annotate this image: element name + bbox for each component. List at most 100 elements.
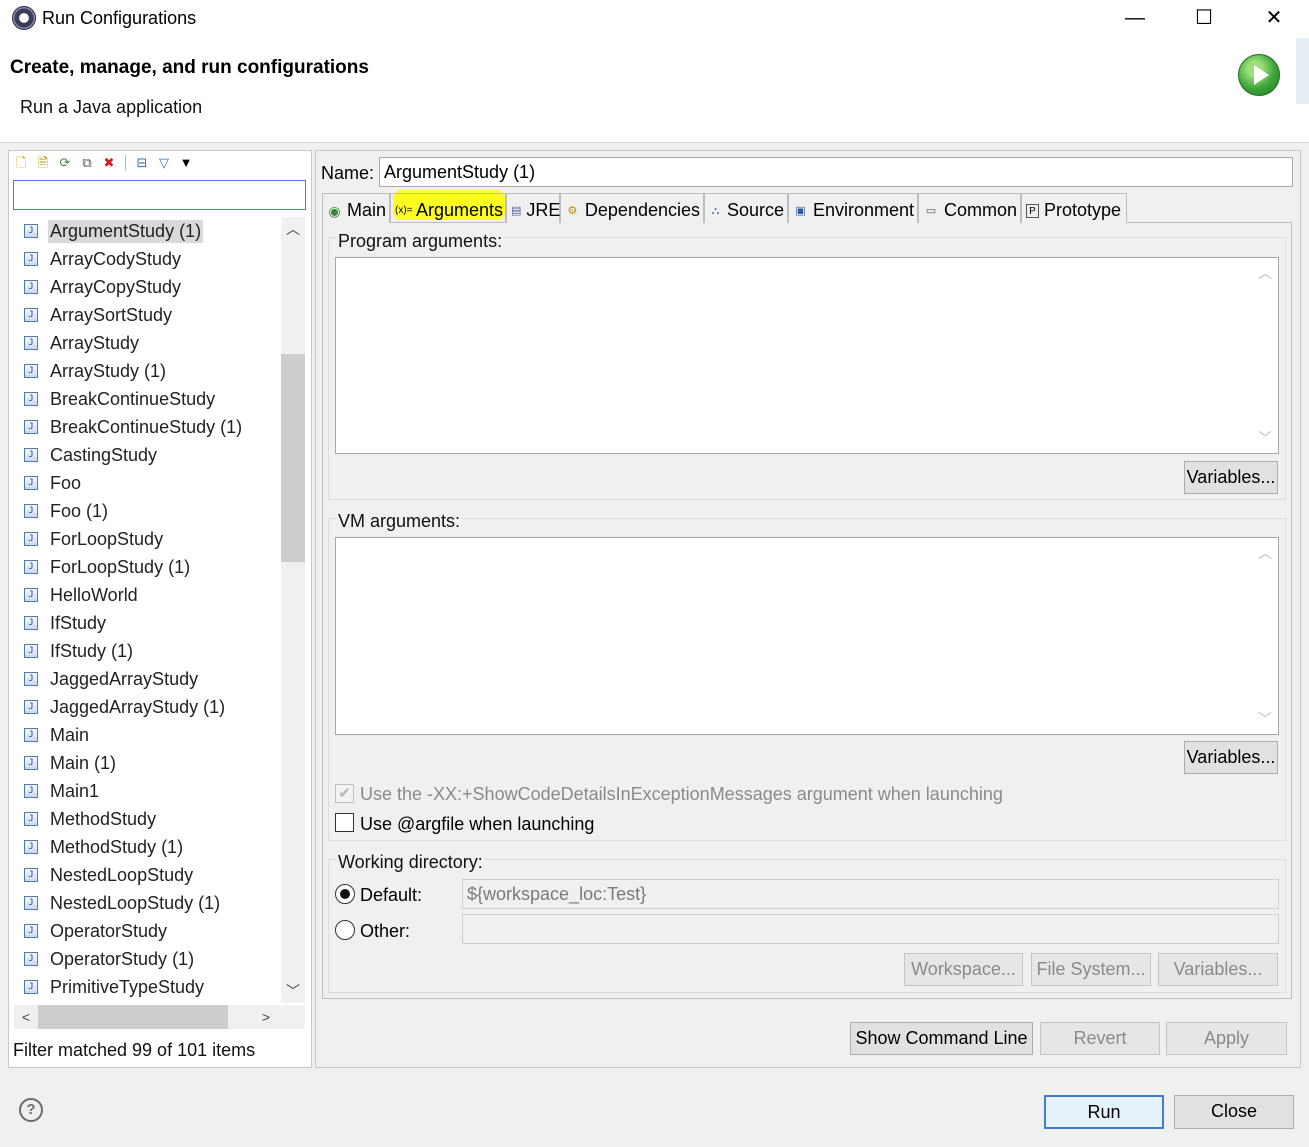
tab-label: JRE [526, 200, 561, 220]
list-item[interactable]: J OperatorStudy [24, 917, 169, 945]
scroll-right-icon[interactable]: > [254, 1005, 278, 1029]
apply-button[interactable]: Apply [1166, 1022, 1287, 1055]
program-variables-button[interactable]: Variables... [1184, 461, 1278, 494]
list-item[interactable]: J ArrayCopyStudy [24, 273, 183, 301]
minimize-button[interactable]: — [1112, 4, 1158, 32]
list-toolbar: 🗋 🗎 ⟳ ⧉ ✖ ⊟ ▽ ▼ [12, 152, 195, 174]
revert-button[interactable]: Revert [1040, 1022, 1160, 1055]
show-code-details-checkbox[interactable]: ✔ [335, 784, 354, 803]
tab-common[interactable]: ▭ Common [918, 193, 1021, 223]
tab-source[interactable]: ⛬ Source [704, 193, 788, 223]
export-configuration-icon[interactable]: ⟳ [56, 154, 74, 172]
list-item[interactable]: J Main [24, 721, 91, 749]
java-application-icon: J [24, 840, 38, 854]
eclipse-app-icon [12, 6, 36, 30]
list-item[interactable]: J ForLoopStudy (1) [24, 553, 192, 581]
list-item[interactable]: J NestedLoopStudy [24, 861, 195, 889]
list-item[interactable]: J NestedLoopStudy (1) [24, 889, 222, 917]
list-item[interactable]: J Main1 [24, 777, 101, 805]
list-item[interactable]: J BreakContinueStudy [24, 385, 217, 413]
list-item[interactable]: J ArraySortStudy [24, 301, 174, 329]
list-item[interactable]: J PrimitiveTypeStudy [24, 973, 206, 1001]
tab-arguments[interactable]: (x)= Arguments [390, 193, 506, 223]
vm-arguments-textarea[interactable] [335, 537, 1279, 735]
java-application-icon: J [24, 504, 38, 518]
name-label: Name: [321, 163, 375, 183]
jre-tab-icon: ▤ [511, 204, 522, 217]
list-item[interactable]: J ArgumentStudy (1) [24, 217, 204, 245]
collapse-all-icon[interactable]: ⊟ [133, 154, 151, 172]
environment-tab-icon: ▣ [795, 204, 806, 217]
list-item[interactable]: J ArrayCodyStudy [24, 245, 183, 273]
list-item[interactable]: J Foo (1) [24, 497, 110, 525]
new-prototype-icon[interactable]: 🗎 [34, 154, 52, 172]
list-item[interactable]: J MethodStudy [24, 805, 158, 833]
scroll-left-icon[interactable]: < [14, 1005, 38, 1029]
tree-hscroll-thumb[interactable] [38, 1005, 228, 1029]
list-item-label: ArrayStudy [50, 332, 140, 353]
list-item-label: MethodStudy (1) [50, 836, 184, 857]
java-application-icon: J [24, 308, 38, 322]
list-item[interactable]: J ForLoopStudy [24, 525, 165, 553]
list-item[interactable]: J CastingStudy [24, 441, 159, 469]
list-item[interactable]: J IfStudy [24, 609, 108, 637]
java-application-icon: J [24, 672, 38, 686]
list-item[interactable]: J Foo [24, 469, 83, 497]
argfile-checkbox[interactable] [335, 813, 354, 832]
list-item[interactable]: J ArrayStudy [24, 329, 141, 357]
workspace-button[interactable]: Workspace... [904, 953, 1023, 986]
source-tab-icon: ⛬ [711, 204, 720, 217]
file-system-button[interactable]: File System... [1031, 953, 1151, 986]
list-item[interactable]: J Main (1) [24, 749, 118, 777]
java-application-icon: J [24, 756, 38, 770]
tab-jre[interactable]: ▤ JRE [506, 193, 560, 223]
show-command-line-button[interactable]: Show Command Line [850, 1022, 1033, 1055]
java-application-icon: J [24, 532, 38, 546]
tab-environment[interactable]: ▣ Environment [788, 193, 918, 223]
list-item[interactable]: J HelloWorld [24, 581, 140, 609]
new-configuration-icon[interactable]: 🗋 [12, 154, 30, 172]
scroll-down-icon[interactable]: ﹀ [281, 979, 305, 1003]
close-window-button[interactable]: ✕ [1251, 4, 1297, 32]
delete-configuration-icon[interactable]: ✖ [100, 154, 118, 172]
view-menu-chevron-down-icon[interactable]: ▼ [177, 154, 195, 172]
duplicate-configuration-icon[interactable]: ⧉ [78, 154, 96, 172]
close-button[interactable]: Close [1174, 1095, 1294, 1129]
java-application-icon: J [24, 392, 38, 406]
tab-prototype[interactable]: P Prototype [1021, 193, 1127, 223]
list-item[interactable]: J MethodStudy (1) [24, 833, 185, 861]
tab-bar: ◉ Main (x)= Arguments ▤ JRE ⚙ Dependenci… [322, 193, 1127, 223]
java-application-icon: J [24, 252, 38, 266]
help-icon[interactable]: ? [19, 1098, 43, 1122]
default-directory-radio[interactable] [335, 884, 355, 904]
java-application-icon: J [24, 952, 38, 966]
window-title: Run Configurations [42, 8, 197, 28]
working-dir-variables-button[interactable]: Variables... [1158, 953, 1278, 986]
scroll-up-icon[interactable]: ︿ [281, 217, 305, 241]
list-item[interactable]: J ArrayStudy (1) [24, 357, 168, 385]
tree-scroll-thumb[interactable] [281, 354, 305, 562]
java-application-icon: J [24, 448, 38, 462]
header-decoration [1296, 38, 1309, 104]
list-item-label: ForLoopStudy (1) [50, 556, 191, 577]
list-item-label: JaggedArrayStudy [50, 668, 199, 689]
list-item[interactable]: J IfStudy (1) [24, 637, 135, 665]
other-directory-radio[interactable] [335, 920, 355, 940]
default-directory-label: Default: [360, 885, 423, 905]
tab-label: Prototype [1044, 200, 1122, 220]
program-arguments-textarea[interactable] [335, 257, 1279, 454]
list-item[interactable]: J JaggedArrayStudy [24, 665, 200, 693]
tab-main[interactable]: ◉ Main [322, 193, 390, 223]
filter-input[interactable] [13, 180, 306, 210]
maximize-button[interactable]: ☐ [1181, 4, 1227, 32]
name-field[interactable] [379, 157, 1293, 187]
filter-icon[interactable]: ▽ [155, 154, 173, 172]
list-item[interactable]: J BreakContinueStudy (1) [24, 413, 244, 441]
tab-dependencies[interactable]: ⚙ Dependencies [560, 193, 704, 223]
list-item-label: Main [50, 724, 90, 745]
tree-vertical-scrollbar[interactable]: ︿ [281, 217, 305, 1003]
list-item[interactable]: J OperatorStudy (1) [24, 945, 196, 973]
vm-variables-button[interactable]: Variables... [1184, 741, 1278, 774]
run-button[interactable]: Run [1044, 1095, 1164, 1129]
list-item[interactable]: J JaggedArrayStudy (1) [24, 693, 227, 721]
